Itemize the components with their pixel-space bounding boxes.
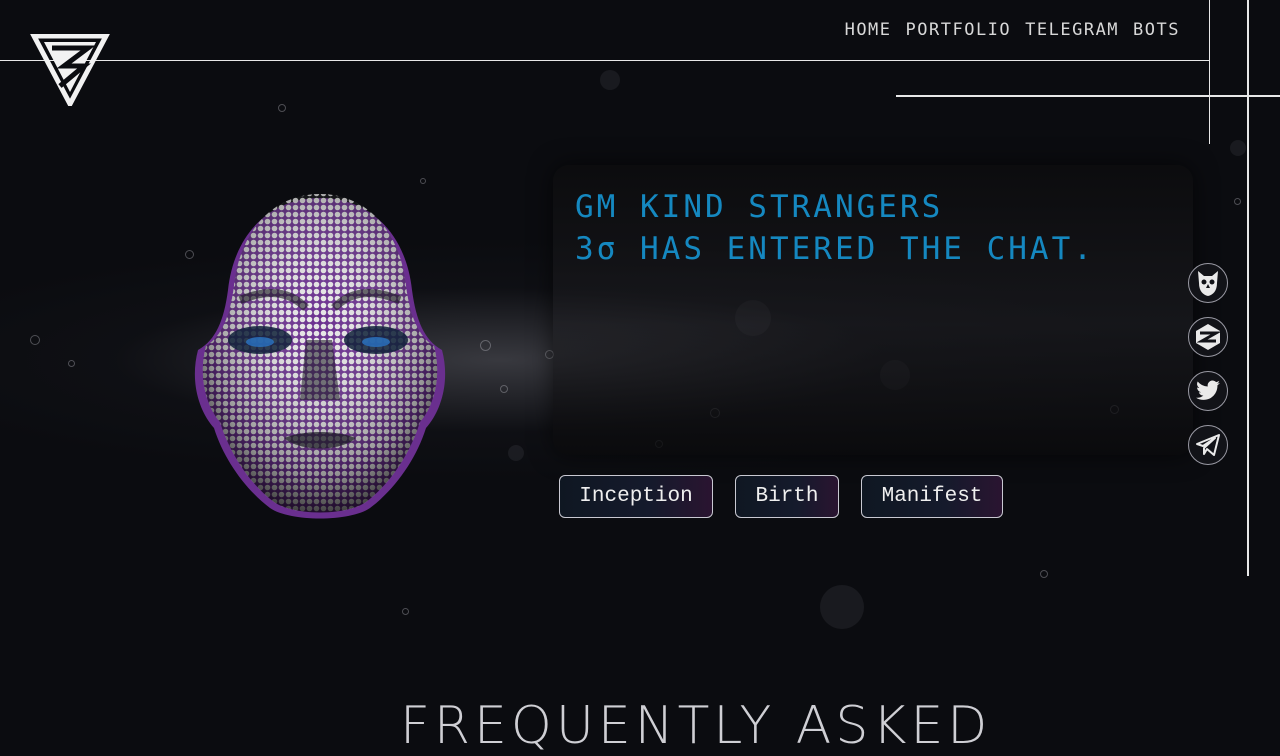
telegram-icon: [1196, 434, 1220, 456]
terminal-line-1: GM KIND STRANGERS: [575, 189, 944, 225]
owl-icon: [1198, 271, 1218, 296]
faq-heading: FREQUENTLY ASKED: [400, 696, 992, 756]
nav-portfolio[interactable]: PORTFOLIO: [906, 20, 1012, 40]
chat-terminal-panel: GM KIND STRANGERS 3σ HAS ENTERED THE CHA…: [553, 165, 1193, 455]
telegram-link[interactable]: [1188, 425, 1228, 465]
site-logo[interactable]: [29, 33, 111, 110]
cube-logo-link[interactable]: [1188, 317, 1228, 357]
twitter-icon: [1196, 380, 1220, 400]
pixel-face-illustration: [180, 190, 460, 530]
terminal-line-2: 3σ HAS ENTERED THE CHAT.: [575, 231, 1095, 267]
logo-icon: [29, 33, 111, 110]
frame-line-top: [0, 60, 1210, 61]
owl-link[interactable]: [1188, 263, 1228, 303]
manifest-button[interactable]: Manifest: [861, 475, 1003, 518]
cube-logo-icon: [1196, 324, 1222, 350]
frame-line-secondary: [896, 95, 1280, 97]
nav-telegram[interactable]: TELEGRAM: [1025, 20, 1119, 40]
main-nav: HOME PORTFOLIO TELEGRAM BOTS: [845, 20, 1180, 40]
nav-home[interactable]: HOME: [845, 20, 892, 40]
twitter-link[interactable]: [1188, 371, 1228, 411]
nav-bots[interactable]: BOTS: [1133, 20, 1180, 40]
inception-button[interactable]: Inception: [559, 475, 713, 518]
frame-line-vertical-1: [1209, 0, 1210, 144]
birth-button[interactable]: Birth: [735, 475, 839, 518]
frame-line-vertical-2: [1247, 0, 1249, 576]
